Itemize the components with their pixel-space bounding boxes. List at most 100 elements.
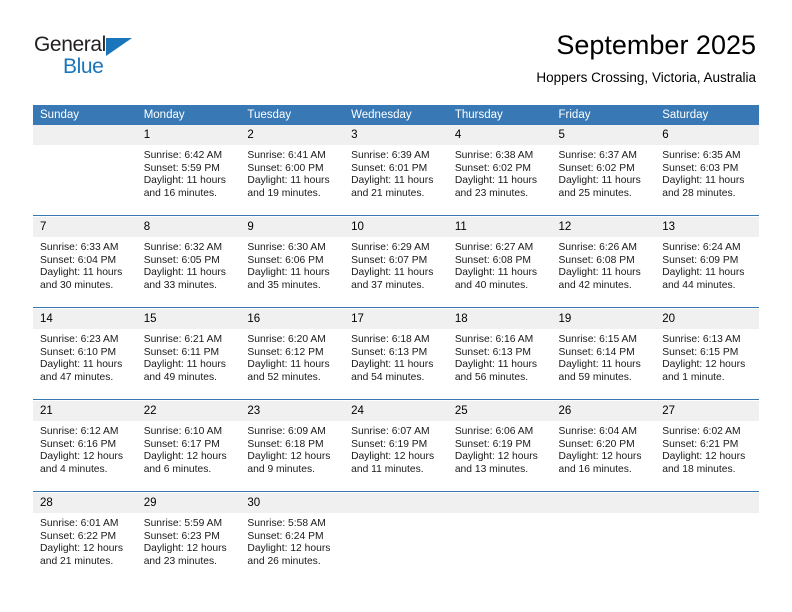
daylight-text-line1: Daylight: 11 hours xyxy=(454,359,538,371)
day-sun-info: Sunrise: 6:18 AM Sunset: 6:13 PM Daylight:… xyxy=(344,329,448,384)
day-number: 6 xyxy=(655,125,759,145)
calendar-header-row: Sunday Monday Tuesday Wednesday Thursday Frid… xyxy=(33,105,759,125)
daylight-text-line2: and 33 minutes. xyxy=(143,279,217,291)
day-cell-15[interactable]: 15 Sunrise: 6:21 AM Sunset: 6:11 PM Dayligh… xyxy=(136,309,241,399)
sunset-text: Sunset: 6:11 PM xyxy=(143,346,220,358)
day-number xyxy=(551,493,656,513)
day-number: 22 xyxy=(136,401,241,421)
sunrise-text: Sunrise: 6:18 AM xyxy=(351,334,430,345)
day-cell-7[interactable]: 7 Sunrise: 6:33 AM Sunset: 6:04 PM Daylight… xyxy=(33,217,137,307)
page-title: September 2025 xyxy=(556,30,756,60)
daylight-text-line2: and 35 minutes. xyxy=(247,279,321,291)
sunset-text: Sunset: 6:02 PM xyxy=(454,162,531,174)
day-cell-9[interactable]: 9 Sunrise: 6:30 AM Sunset: 6:06 PM Daylight… xyxy=(240,217,345,307)
day-cell-27[interactable]: 27 Sunrise: 6:02 AM Sunset: 6:21 PM Dayligh… xyxy=(655,401,759,491)
daylight-text-line2: and 25 minutes. xyxy=(558,187,632,199)
daylight-text-line2: and 26 minutes. xyxy=(247,555,321,567)
day-cell-empty xyxy=(551,493,656,583)
weekday-header-friday: Friday xyxy=(551,105,656,125)
daylight-text-line2: and 18 minutes. xyxy=(662,463,736,475)
weekday-header-monday: Monday xyxy=(136,105,241,125)
sunrise-text: Sunrise: 6:30 AM xyxy=(247,242,326,253)
day-cell-30[interactable]: 30 Sunrise: 5:58 AM Sunset: 6:24 PM Dayligh… xyxy=(240,493,345,583)
day-cell-3[interactable]: 3 Sunrise: 6:39 AM Sunset: 6:01 PM Daylight… xyxy=(344,125,448,215)
day-cell-20[interactable]: 20 Sunrise: 6:13 AM Sunset: 6:15 PM Dayligh… xyxy=(655,309,759,399)
day-cell-5[interactable]: 5 Sunrise: 6:37 AM Sunset: 6:02 PM Daylight… xyxy=(551,125,656,215)
day-number: 29 xyxy=(136,493,241,513)
sunrise-text: Sunrise: 6:41 AM xyxy=(247,150,326,161)
day-cell-22[interactable]: 22 Sunrise: 6:10 AM Sunset: 6:17 PM Dayligh… xyxy=(136,401,241,491)
sunset-text: Sunset: 6:16 PM xyxy=(40,438,117,450)
day-number: 19 xyxy=(551,309,656,329)
day-sun-info: Sunrise: 6:37 AM Sunset: 6:02 PM Daylight:… xyxy=(552,145,656,200)
day-sun-info: Sunrise: 6:09 AM Sunset: 6:18 PM Daylight:… xyxy=(240,421,344,476)
logo-text-blue: Blue xyxy=(63,55,104,78)
day-cell-23[interactable]: 23 Sunrise: 6:09 AM Sunset: 6:18 PM Dayligh… xyxy=(240,401,345,491)
day-number: 12 xyxy=(551,217,656,237)
daylight-text-line1: Daylight: 11 hours xyxy=(662,267,745,279)
sunset-text: Sunset: 6:18 PM xyxy=(247,438,324,450)
daylight-text-line1: Daylight: 11 hours xyxy=(40,267,123,279)
day-cell-29[interactable]: 29 Sunrise: 5:59 AM Sunset: 6:23 PM Dayligh… xyxy=(136,493,241,583)
sunset-text: Sunset: 6:13 PM xyxy=(454,346,531,358)
day-sun-info: Sunrise: 6:42 AM Sunset: 5:59 PM Daylight:… xyxy=(137,145,241,200)
day-number: 28 xyxy=(33,493,137,513)
day-cell-1[interactable]: 1 Sunrise: 6:42 AM Sunset: 5:59 PM Daylight… xyxy=(136,125,241,215)
day-cell-6[interactable]: 6 Sunrise: 6:35 AM Sunset: 6:03 PM Daylight… xyxy=(655,125,759,215)
daylight-text-line1: Daylight: 12 hours xyxy=(143,451,227,463)
day-number: 23 xyxy=(240,401,345,421)
day-cell-10[interactable]: 10 Sunrise: 6:29 AM Sunset: 6:07 PM Dayligh… xyxy=(344,217,448,307)
day-cell-2[interactable]: 2 Sunrise: 6:41 AM Sunset: 6:00 PM Daylight… xyxy=(240,125,345,215)
day-sun-info: Sunrise: 6:33 AM Sunset: 6:04 PM Daylight:… xyxy=(33,237,137,292)
sunrise-text: Sunrise: 6:15 AM xyxy=(558,334,637,345)
sunrise-text: Sunrise: 6:04 AM xyxy=(558,426,637,437)
daylight-text-line1: Daylight: 11 hours xyxy=(454,175,538,187)
day-cell-12[interactable]: 12 Sunrise: 6:26 AM Sunset: 6:08 PM Dayligh… xyxy=(551,217,656,307)
day-cell-17[interactable]: 17 Sunrise: 6:18 AM Sunset: 6:13 PM Dayligh… xyxy=(344,309,448,399)
sunrise-text: Sunrise: 6:38 AM xyxy=(454,150,534,161)
daylight-text-line2: and 16 minutes. xyxy=(143,187,217,199)
day-sun-info: Sunrise: 6:39 AM Sunset: 6:01 PM Daylight:… xyxy=(344,145,448,200)
day-cell-24[interactable]: 24 Sunrise: 6:07 AM Sunset: 6:19 PM Dayligh… xyxy=(344,401,448,491)
daylight-text-line1: Daylight: 11 hours xyxy=(40,359,123,371)
daylight-text-line2: and 16 minutes. xyxy=(558,463,632,475)
daylight-text-line1: Daylight: 11 hours xyxy=(558,267,641,279)
day-number: 20 xyxy=(655,309,759,329)
day-cell-14[interactable]: 14 Sunrise: 6:23 AM Sunset: 6:10 PM Dayligh… xyxy=(33,309,137,399)
daylight-text-line1: Daylight: 12 hours xyxy=(662,451,746,463)
day-cell-13[interactable]: 13 Sunrise: 6:24 AM Sunset: 6:09 PM Dayligh… xyxy=(655,217,759,307)
daylight-text-line2: and 54 minutes. xyxy=(351,371,425,383)
weekday-header-thursday: Thursday xyxy=(447,105,552,125)
day-cell-21[interactable]: 21 Sunrise: 6:12 AM Sunset: 6:16 PM Dayligh… xyxy=(33,401,137,491)
calendar-week-row: 7 Sunrise: 6:33 AM Sunset: 6:04 PM Daylight… xyxy=(33,217,759,307)
day-cell-16[interactable]: 16 Sunrise: 6:20 AM Sunset: 6:12 PM Dayligh… xyxy=(240,309,345,399)
day-number: 16 xyxy=(240,309,345,329)
daylight-text-line2: and 6 minutes. xyxy=(143,463,212,475)
day-cell-28[interactable]: 28 Sunrise: 6:01 AM Sunset: 6:22 PM Dayligh… xyxy=(33,493,137,583)
day-sun-info: Sunrise: 6:24 AM Sunset: 6:09 PM Daylight:… xyxy=(655,237,759,292)
calendar-body: 1 Sunrise: 6:42 AM Sunset: 5:59 PM Daylight… xyxy=(33,125,759,583)
sunrise-text: Sunrise: 6:06 AM xyxy=(454,426,534,437)
day-number: 10 xyxy=(344,217,448,237)
sunset-text: Sunset: 6:02 PM xyxy=(558,162,635,174)
sunset-text: Sunset: 6:06 PM xyxy=(247,254,324,266)
day-sun-info: Sunrise: 6:30 AM Sunset: 6:06 PM Daylight:… xyxy=(240,237,344,292)
day-sun-info: Sunrise: 5:59 AM Sunset: 6:23 PM Daylight:… xyxy=(137,513,241,568)
calendar-page: General Blue September 2025 Hoppers Cros… xyxy=(0,0,792,612)
daylight-text-line2: and 44 minutes. xyxy=(662,279,736,291)
day-number: 5 xyxy=(551,125,656,145)
day-cell-25[interactable]: 25 Sunrise: 6:06 AM Sunset: 6:19 PM Dayligh… xyxy=(447,401,552,491)
day-cell-11[interactable]: 11 Sunrise: 6:27 AM Sunset: 6:08 PM Dayligh… xyxy=(447,217,552,307)
day-sun-info: Sunrise: 6:27 AM Sunset: 6:08 PM Daylight:… xyxy=(448,237,552,292)
daylight-text-line1: Daylight: 11 hours xyxy=(247,175,330,187)
daylight-text-line2: and 1 minute. xyxy=(662,371,725,383)
day-cell-19[interactable]: 19 Sunrise: 6:15 AM Sunset: 6:14 PM Dayligh… xyxy=(551,309,656,399)
day-cell-26[interactable]: 26 Sunrise: 6:04 AM Sunset: 6:20 PM Dayligh… xyxy=(551,401,656,491)
day-sun-info: Sunrise: 6:21 AM Sunset: 6:11 PM Daylight:… xyxy=(137,329,241,384)
day-number: 3 xyxy=(344,125,448,145)
day-cell-4[interactable]: 4 Sunrise: 6:38 AM Sunset: 6:02 PM Daylight… xyxy=(447,125,552,215)
sunset-text: Sunset: 6:08 PM xyxy=(454,254,531,266)
day-cell-empty xyxy=(447,493,552,583)
day-cell-18[interactable]: 18 Sunrise: 6:16 AM Sunset: 6:13 PM Dayligh… xyxy=(447,309,552,399)
day-cell-8[interactable]: 8 Sunrise: 6:32 AM Sunset: 6:05 PM Daylight… xyxy=(136,217,241,307)
